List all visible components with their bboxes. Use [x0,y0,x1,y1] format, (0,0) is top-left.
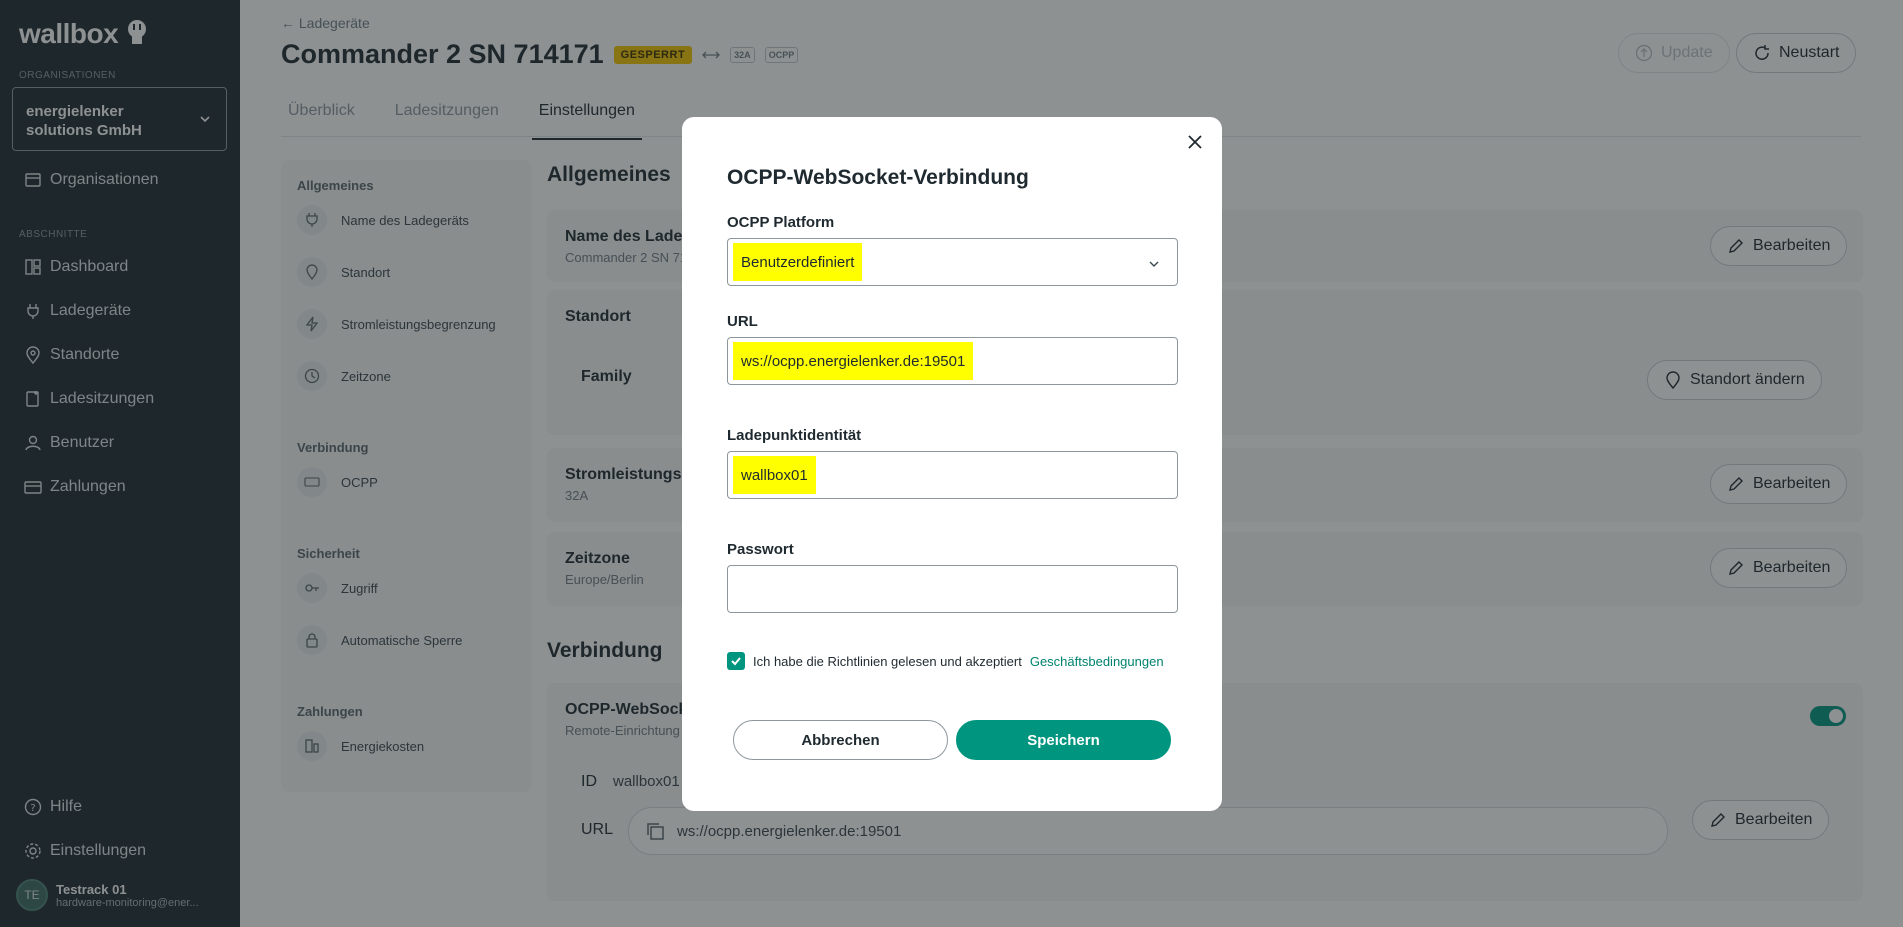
url-input[interactable]: ws://ocpp.energielenker.de:19501 [727,337,1178,385]
close-button[interactable] [1182,129,1208,155]
terms-link[interactable]: Geschäftsbedingungen [1030,654,1164,669]
platform-select[interactable]: Benutzerdefiniert [727,238,1178,286]
platform-value: Benutzerdefiniert [733,243,863,281]
cancel-button[interactable]: Abbrechen [733,720,948,760]
consent-text: Ich habe die Richtlinien gelesen und akz… [753,653,1022,669]
url-value: ws://ocpp.energielenker.de:19501 [733,342,974,380]
password-input[interactable] [727,565,1178,613]
consent-row: Ich habe die Richtlinien gelesen und akz… [727,652,1164,670]
identity-input[interactable]: wallbox01 [727,451,1178,499]
identity-value: wallbox01 [733,456,816,494]
password-label: Passwort [727,541,794,558]
chevron-down-icon [1149,261,1159,267]
platform-label: OCPP Platform [727,214,835,231]
check-icon [731,657,741,666]
dialog-title: OCPP-WebSocket-Verbindung [727,166,1029,189]
consent-checkbox[interactable] [727,652,745,670]
url-label: URL [727,313,758,330]
identity-label: Ladepunktidentität [727,427,862,444]
ocpp-websocket-dialog: OCPP-WebSocket-Verbindung OCPP Platform … [682,117,1222,811]
close-icon [1188,135,1202,149]
save-button[interactable]: Speichern [956,720,1171,760]
